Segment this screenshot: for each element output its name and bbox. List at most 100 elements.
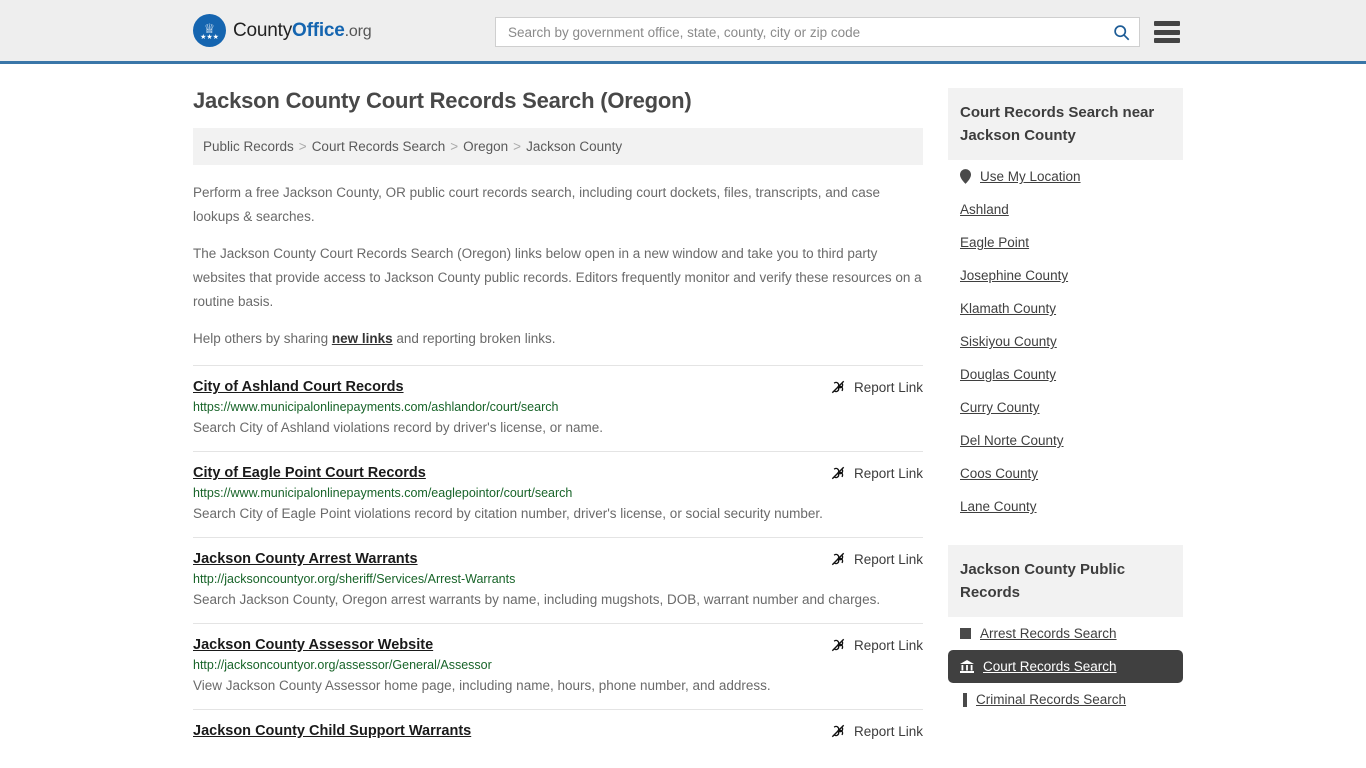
nearby-link[interactable]: Lane County bbox=[960, 499, 1037, 514]
result-title-link[interactable]: City of Ashland Court Records bbox=[193, 379, 404, 395]
breadcrumb-separator: > bbox=[508, 139, 526, 154]
sidebar-item-eagle-point[interactable]: Eagle Point bbox=[948, 226, 1183, 259]
nearby-link[interactable]: Eagle Point bbox=[960, 235, 1029, 250]
result-item: Jackson County Child Support Warrants Re… bbox=[193, 709, 923, 750]
public-records-link[interactable]: Criminal Records Search bbox=[976, 692, 1126, 707]
result-item: Jackson County Arrest Warrants Report Li… bbox=[193, 537, 923, 623]
search-icon[interactable] bbox=[1111, 22, 1131, 42]
result-list: City of Ashland Court Records Report Lin… bbox=[193, 365, 923, 750]
sidebar-item-del-norte-county[interactable]: Del Norte County bbox=[948, 424, 1183, 457]
sidebar-item-siskiyou-county[interactable]: Siskiyou County bbox=[948, 325, 1183, 358]
search-box[interactable] bbox=[495, 17, 1140, 47]
result-description: Search Jackson County, Oregon arrest war… bbox=[193, 588, 923, 612]
broken-link-icon bbox=[830, 379, 846, 395]
result-url[interactable]: http://jacksoncountyor.org/sheriff/Servi… bbox=[193, 572, 923, 586]
header-search-zone bbox=[495, 17, 1180, 47]
nearby-panel-title: Court Records Search near Jackson County bbox=[948, 88, 1183, 160]
breadcrumb-separator: > bbox=[445, 139, 463, 154]
breadcrumb: Public Records>Court Records Search>Oreg… bbox=[193, 128, 923, 165]
result-url[interactable]: https://www.municipalonlinepayments.com/… bbox=[193, 486, 923, 500]
public-records-link[interactable]: Court Records Search bbox=[983, 659, 1117, 674]
report-link-button[interactable]: Report Link bbox=[830, 379, 923, 395]
report-link-button[interactable]: Report Link bbox=[830, 637, 923, 653]
report-link-button[interactable]: Report Link bbox=[830, 465, 923, 481]
logo-text-office: Office bbox=[292, 20, 345, 41]
sidebar-item-josephine-county[interactable]: Josephine County bbox=[948, 259, 1183, 292]
main-column: Jackson County Court Records Search (Ore… bbox=[193, 64, 923, 750]
report-link-button[interactable]: Report Link bbox=[830, 723, 923, 739]
intro-p3-before: Help others by sharing bbox=[193, 331, 332, 346]
logo-text-org: .org bbox=[345, 23, 372, 40]
sidebar: Court Records Search near Jackson County… bbox=[948, 64, 1183, 716]
breadcrumb-item-court-records-search[interactable]: Court Records Search bbox=[312, 139, 446, 154]
result-title-link[interactable]: Jackson County Assessor Website bbox=[193, 637, 433, 653]
content-container: Jackson County Court Records Search (Ore… bbox=[188, 64, 1178, 750]
sidebar-item-ashland[interactable]: Ashland bbox=[948, 193, 1183, 226]
report-link-label: Report Link bbox=[854, 552, 923, 567]
result-description: Search City of Ashland violations record… bbox=[193, 416, 923, 440]
result-description: Search City of Eagle Point violations re… bbox=[193, 502, 923, 526]
public-records-link[interactable]: Arrest Records Search bbox=[980, 626, 1117, 641]
site-header: ♕ ★★★ CountyOffice.org bbox=[0, 0, 1366, 64]
new-links-link[interactable]: new links bbox=[332, 331, 393, 346]
report-link-button[interactable]: Report Link bbox=[830, 551, 923, 567]
site-logo[interactable]: ♕ ★★★ CountyOffice.org bbox=[193, 14, 371, 47]
sidebar-item-lane-county[interactable]: Lane County bbox=[948, 490, 1183, 523]
broken-link-icon bbox=[830, 637, 846, 653]
result-url[interactable]: http://jacksoncountyor.org/assessor/Gene… bbox=[193, 658, 923, 672]
sidebar-item-klamath-county[interactable]: Klamath County bbox=[948, 292, 1183, 325]
nearby-link[interactable]: Curry County bbox=[960, 400, 1040, 415]
nearby-link[interactable]: Coos County bbox=[960, 466, 1038, 481]
nearby-link[interactable]: Klamath County bbox=[960, 301, 1056, 316]
result-header: Jackson County Assessor Website Report L… bbox=[193, 637, 923, 653]
result-title-link[interactable]: City of Eagle Point Court Records bbox=[193, 465, 426, 481]
intro-paragraph-3: Help others by sharing new links and rep… bbox=[193, 327, 923, 351]
logo-wordmark: CountyOffice.org bbox=[233, 20, 371, 42]
use-my-location-link[interactable]: Use My Location bbox=[980, 169, 1081, 184]
nearby-link[interactable]: Del Norte County bbox=[960, 433, 1064, 448]
intro-paragraph-2: The Jackson County Court Records Search … bbox=[193, 242, 923, 314]
result-item: City of Ashland Court Records Report Lin… bbox=[193, 365, 923, 451]
county-office-eagle-logo-icon: ♕ ★★★ bbox=[193, 14, 226, 47]
report-link-label: Report Link bbox=[854, 380, 923, 395]
sidebar-item-criminal-records-search[interactable]: Criminal Records Search bbox=[948, 683, 1183, 716]
intro-text: Perform a free Jackson County, OR public… bbox=[193, 181, 923, 351]
result-header: Jackson County Child Support Warrants Re… bbox=[193, 723, 923, 739]
result-item: Jackson County Assessor Website Report L… bbox=[193, 623, 923, 709]
eagle-glyph: ♕ bbox=[204, 24, 216, 34]
breadcrumb-separator: > bbox=[294, 139, 312, 154]
hamburger-bar-2 bbox=[1154, 30, 1180, 35]
search-input[interactable] bbox=[506, 24, 1111, 41]
result-description: View Jackson County Assessor home page, … bbox=[193, 674, 923, 698]
public-records-list: Arrest Records Search Court Records Sear… bbox=[948, 617, 1183, 716]
breadcrumb-item-public-records[interactable]: Public Records bbox=[203, 139, 294, 154]
use-my-location-item[interactable]: Use My Location bbox=[948, 160, 1183, 193]
stars-glyph: ★★★ bbox=[200, 34, 219, 41]
sidebar-item-coos-county[interactable]: Coos County bbox=[948, 457, 1183, 490]
logo-text-county: County bbox=[233, 20, 292, 41]
nearby-link[interactable]: Siskiyou County bbox=[960, 334, 1057, 349]
sidebar-item-douglas-county[interactable]: Douglas County bbox=[948, 358, 1183, 391]
sidebar-item-court-records-search[interactable]: Court Records Search bbox=[948, 650, 1183, 683]
breadcrumb-item-jackson-county[interactable]: Jackson County bbox=[526, 139, 622, 154]
nearby-link[interactable]: Ashland bbox=[960, 202, 1009, 217]
broken-link-icon bbox=[830, 551, 846, 567]
result-title-link[interactable]: Jackson County Child Support Warrants bbox=[193, 723, 471, 739]
nearby-link[interactable]: Josephine County bbox=[960, 268, 1068, 283]
report-link-label: Report Link bbox=[854, 466, 923, 481]
hamburger-menu-icon[interactable] bbox=[1154, 21, 1180, 43]
nearby-link[interactable]: Douglas County bbox=[960, 367, 1056, 382]
result-header: Jackson County Arrest Warrants Report Li… bbox=[193, 551, 923, 567]
result-header: City of Ashland Court Records Report Lin… bbox=[193, 379, 923, 395]
breadcrumb-item-oregon[interactable]: Oregon bbox=[463, 139, 508, 154]
intro-paragraph-1: Perform a free Jackson County, OR public… bbox=[193, 181, 923, 229]
result-title-link[interactable]: Jackson County Arrest Warrants bbox=[193, 551, 418, 567]
map-pin-icon bbox=[960, 169, 971, 184]
intro-p3-after: and reporting broken links. bbox=[393, 331, 556, 346]
broken-link-icon bbox=[830, 465, 846, 481]
public-records-panel-title: Jackson County Public Records bbox=[948, 545, 1183, 617]
page-title: Jackson County Court Records Search (Ore… bbox=[193, 88, 923, 114]
sidebar-item-arrest-records-search[interactable]: Arrest Records Search bbox=[948, 617, 1183, 650]
result-url[interactable]: https://www.municipalonlinepayments.com/… bbox=[193, 400, 923, 414]
sidebar-item-curry-county[interactable]: Curry County bbox=[948, 391, 1183, 424]
